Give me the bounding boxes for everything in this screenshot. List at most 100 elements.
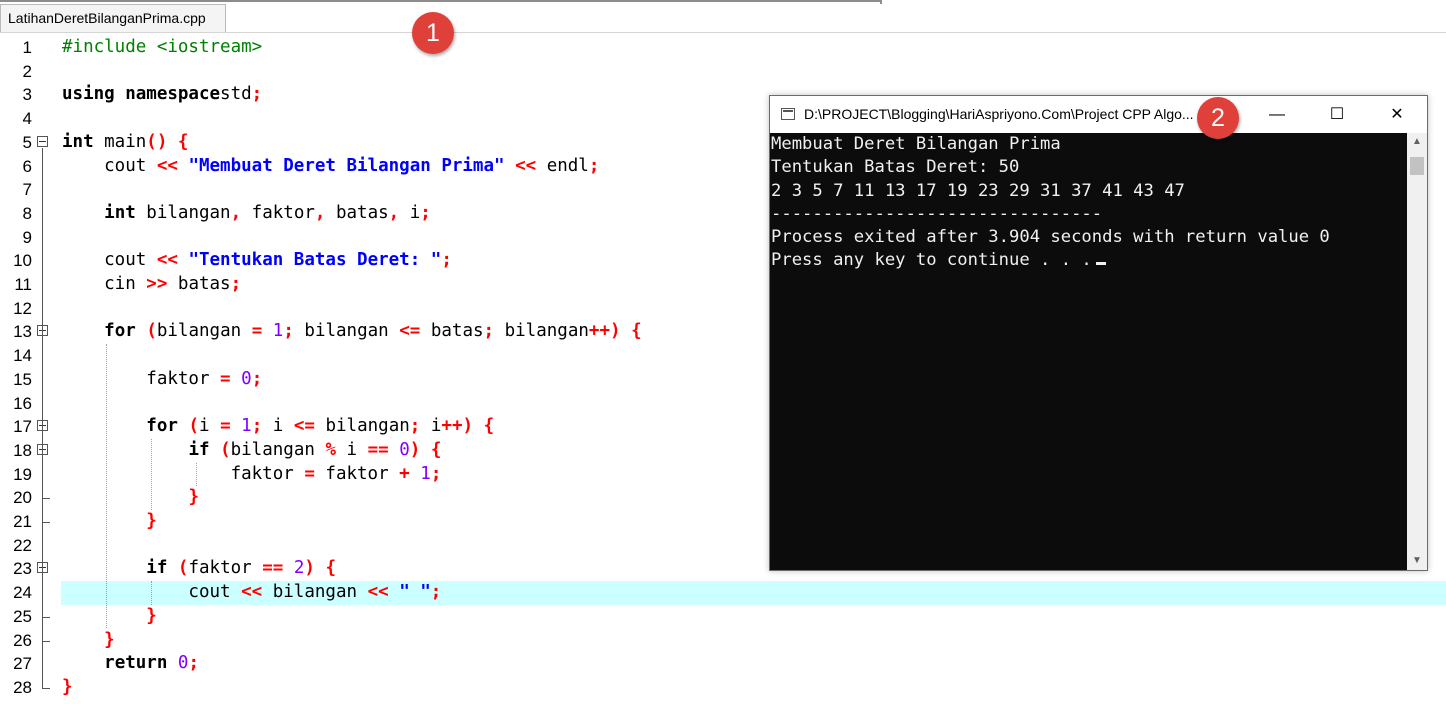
- code-token: ;: [441, 250, 452, 271]
- code-token: cin: [62, 274, 147, 294]
- code-token: bilangan: [135, 202, 231, 223]
- code-token: bilangan: [156, 321, 252, 342]
- scroll-up-icon[interactable]: ▲: [1407, 133, 1427, 151]
- code-token: bilangan: [262, 582, 368, 603]
- code-token: 0: [177, 653, 189, 674]
- line-number: 20: [13, 488, 32, 508]
- code-token: batas: [325, 202, 389, 223]
- code-line[interactable]: 24 cout << bilangan << " ";: [0, 581, 1446, 605]
- code-token: i: [262, 416, 294, 437]
- console-scrollbar[interactable]: ▲ ▼: [1407, 133, 1427, 570]
- code-token: (: [177, 558, 189, 579]
- fold-end-icon: [42, 675, 50, 689]
- code-token: ++): [588, 321, 621, 342]
- code-line[interactable]: 27 return 0;: [0, 652, 1446, 676]
- code-token: main: [93, 131, 147, 152]
- line-number: 14: [13, 346, 32, 366]
- line-number: 21: [13, 512, 32, 531]
- code-token: if: [188, 439, 210, 460]
- maximize-button[interactable]: ☐: [1307, 96, 1367, 133]
- code-token: ;: [251, 416, 263, 437]
- code-token: ;: [230, 274, 242, 294]
- code-token: }: [62, 676, 73, 697]
- console-line: Press any key to continue . . .: [771, 249, 1408, 272]
- line-number: 7: [22, 180, 32, 200]
- code-token: ;: [188, 653, 200, 674]
- console-line: 2 3 5 7 11 13 17 19 23 29 31 37 41 43 47: [771, 180, 1185, 201]
- scroll-thumb[interactable]: [1410, 157, 1424, 175]
- code-token: <<: [367, 582, 389, 603]
- code-token: cout: [62, 250, 157, 271]
- code-token: ,: [230, 202, 242, 223]
- code-token: <<: [156, 155, 178, 176]
- code-token: "Tentukan Batas Deret: ": [188, 250, 442, 271]
- code-token: {: [177, 131, 189, 152]
- line-number: 23: [13, 559, 32, 579]
- fold-toggle-icon[interactable]: [37, 135, 48, 147]
- line-number: 11: [14, 275, 32, 294]
- code-token: ;: [420, 202, 431, 223]
- code-token: <=: [399, 321, 421, 342]
- code-token: <=: [293, 416, 315, 437]
- fold-end-icon: [42, 604, 50, 618]
- tab-source-file[interactable]: LatihanDeretBilanganPrima.cpp: [0, 4, 226, 32]
- code-token: ): [409, 439, 421, 460]
- code-token: batas: [167, 274, 231, 294]
- code-token: ++): [441, 416, 474, 437]
- code-token: ==: [367, 439, 389, 460]
- code-line[interactable]: 2: [0, 60, 1446, 84]
- code-token: (): [146, 131, 168, 152]
- minimize-button[interactable]: —: [1247, 96, 1307, 133]
- code-line[interactable]: 26 }: [0, 628, 1446, 653]
- tab-bar-border-end: [880, 0, 882, 4]
- line-number: 5: [22, 132, 32, 152]
- code-token: 2: [293, 558, 305, 579]
- code-token: "Membuat Deret Bilangan Prima": [188, 155, 505, 176]
- code-token: ,: [314, 202, 326, 223]
- code-line[interactable]: 25 }: [0, 604, 1446, 629]
- code-token: i: [420, 416, 442, 437]
- console-window[interactable]: D:\PROJECT\Blogging\HariAspriyono.Com\Pr…: [769, 95, 1428, 571]
- code-line[interactable]: 1 #include <iostream>: [0, 36, 1446, 60]
- code-text: }: [61, 629, 1446, 653]
- code-token: 1: [272, 321, 284, 342]
- fold-end-icon: [42, 628, 50, 642]
- code-token: i: [199, 416, 221, 437]
- code-token: faktor: [314, 463, 400, 484]
- code-token: <<: [156, 250, 178, 271]
- code-line[interactable]: 28}: [0, 675, 1446, 700]
- code-token: %: [325, 439, 336, 460]
- code-token: 1: [241, 416, 252, 437]
- close-button[interactable]: ✕: [1367, 96, 1427, 133]
- console-titlebar[interactable]: D:\PROJECT\Blogging\HariAspriyono.Com\Pr…: [770, 96, 1427, 133]
- code-text: }: [61, 605, 1446, 629]
- line-number: 2: [22, 61, 32, 81]
- code-token: ;: [251, 368, 263, 389]
- console-output[interactable]: Membuat Deret Bilangan Prima Tentukan Bat…: [770, 133, 1408, 570]
- console-title: D:\PROJECT\Blogging\HariAspriyono.Com\Pr…: [804, 106, 1194, 122]
- code-token: bilangan: [314, 416, 410, 437]
- line-number: 25: [13, 606, 32, 626]
- indent-guide: [151, 438, 152, 510]
- console-line: Membuat Deret Bilangan Prima: [771, 134, 1061, 154]
- code-token: ,: [388, 202, 400, 223]
- tab-bar: LatihanDeretBilanganPrima.cpp: [0, 0, 1446, 33]
- code-token: ;: [409, 416, 421, 437]
- line-number: 10: [13, 251, 32, 271]
- code-token: }: [146, 605, 157, 626]
- scroll-down-icon[interactable]: ▼: [1407, 552, 1427, 570]
- code-token: faktor: [241, 202, 315, 223]
